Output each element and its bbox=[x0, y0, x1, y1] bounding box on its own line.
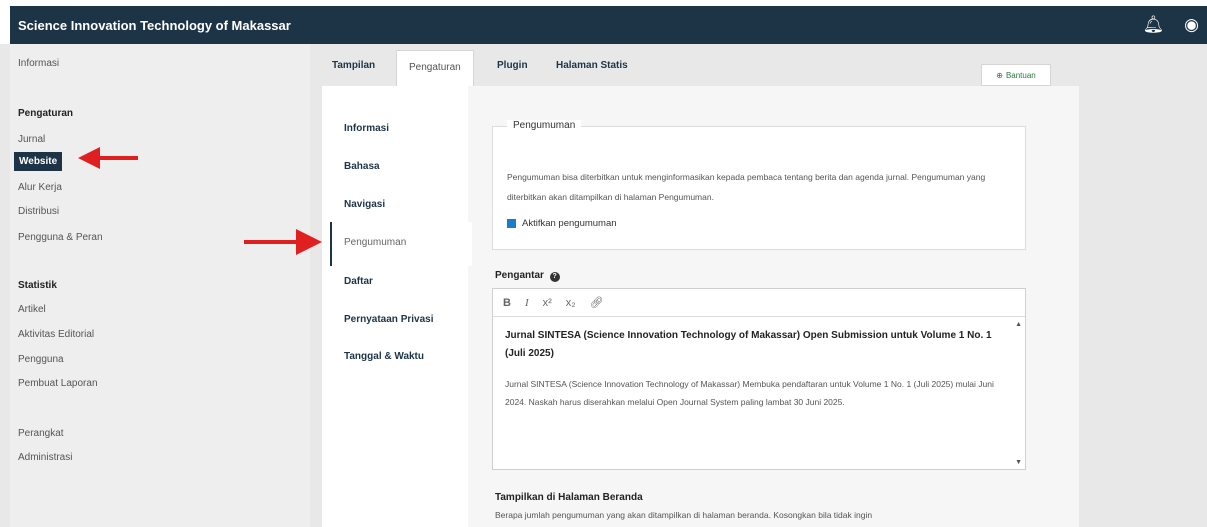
subnav-navigasi[interactable]: Navigasi bbox=[344, 199, 385, 210]
enable-announcements-checkbox[interactable]: Aktifkan pengumuman bbox=[507, 218, 617, 229]
italic-button[interactable]: I bbox=[525, 297, 529, 309]
sidebar-item-website[interactable]: Website bbox=[14, 152, 63, 171]
subnav-informasi[interactable]: Informasi bbox=[344, 123, 389, 134]
annotation-arrow-pengumuman bbox=[244, 229, 322, 255]
sidebar: Informasi Pengaturan Jurnal Website Alur… bbox=[10, 44, 310, 527]
fieldset-legend: Pengumuman bbox=[507, 120, 582, 131]
tab-plugin[interactable]: Plugin bbox=[497, 60, 528, 71]
sidebar-item-artikel[interactable]: Artikel bbox=[18, 304, 46, 315]
tab-pengaturan[interactable]: Pengaturan bbox=[396, 50, 474, 86]
user-circle-icon[interactable]: ◉ bbox=[1184, 15, 1199, 35]
sidebar-item-pembuat-laporan[interactable]: Pembuat Laporan bbox=[18, 378, 98, 389]
tab-halaman-statis[interactable]: Halaman Statis bbox=[556, 60, 628, 71]
editor-toolbar: B I x² x₂ 🔗︎ bbox=[493, 289, 1025, 317]
intro-label-text: Pengantar bbox=[495, 270, 544, 281]
subnav-pernyataan-privasi[interactable]: Pernyataan Privasi bbox=[344, 314, 434, 325]
sidebar-item-pengguna[interactable]: Pengguna bbox=[18, 354, 64, 365]
homepage-field-description: Berapa jumlah pengumuman yang akan ditam… bbox=[495, 510, 873, 520]
sidebar-item-alur-kerja[interactable]: Alur Kerja bbox=[18, 182, 62, 193]
sidebar-item-jurnal[interactable]: Jurnal bbox=[18, 134, 45, 145]
sidebar-item-perangkat[interactable]: Perangkat bbox=[18, 428, 64, 439]
settings-panel: Informasi Bahasa Navigasi Pengumuman Daf… bbox=[322, 86, 1079, 527]
announcement-fieldset: Pengumuman Pengumuman bisa diterbitkan u… bbox=[492, 120, 1026, 250]
sidebar-item-pengguna-peran[interactable]: Pengguna & Peran bbox=[18, 232, 103, 243]
annotation-arrow-website bbox=[78, 147, 138, 169]
intro-field-label: Pengantar ? bbox=[495, 270, 560, 282]
subnav-bahasa[interactable]: Bahasa bbox=[344, 161, 380, 172]
homepage-field-label: Tampilkan di Halaman Beranda bbox=[495, 492, 643, 503]
editor-paragraph: Jurnal SINTESA (Science Innovation Techn… bbox=[505, 379, 994, 407]
subnav-tanggal-waktu[interactable]: Tanggal & Waktu bbox=[344, 351, 424, 362]
editor-content[interactable]: Jurnal SINTESA (Science Innovation Techn… bbox=[505, 327, 1005, 411]
subnav-daftar[interactable]: Daftar bbox=[344, 276, 373, 287]
site-title[interactable]: Science Innovation Technology of Makassa… bbox=[18, 18, 291, 33]
announcement-description: Pengumuman bisa diterbitkan untuk mengin… bbox=[507, 172, 986, 202]
editor-heading: Jurnal SINTESA (Science Innovation Techn… bbox=[505, 330, 992, 359]
help-button-label: Bantuan bbox=[1005, 70, 1036, 80]
website-subnav: Informasi Bahasa Navigasi Pengumuman Daf… bbox=[322, 86, 472, 527]
superscript-button[interactable]: x² bbox=[543, 297, 552, 309]
sidebar-item-administrasi[interactable]: Administrasi bbox=[18, 452, 72, 463]
bold-button[interactable]: B bbox=[503, 297, 511, 309]
checkbox-label: Aktifkan pengumuman bbox=[522, 218, 617, 229]
link-icon[interactable]: 🔗︎ bbox=[590, 296, 604, 309]
scroll-down-icon[interactable]: ▼ bbox=[1015, 459, 1022, 466]
header: Science Innovation Technology of Makassa… bbox=[10, 6, 1207, 44]
bell-icon[interactable]: 🔔︎ bbox=[1143, 15, 1165, 35]
intro-rich-text-editor[interactable]: B I x² x₂ 🔗︎ Jurnal SINTESA (Science Inn… bbox=[492, 288, 1026, 470]
sidebar-item-distribusi[interactable]: Distribusi bbox=[18, 206, 59, 217]
tab-tampilan[interactable]: Tampilan bbox=[332, 60, 375, 71]
scroll-up-icon[interactable]: ▲ bbox=[1015, 321, 1022, 328]
help-circle-icon[interactable]: ? bbox=[549, 272, 560, 282]
help-icon: ⊕ bbox=[996, 70, 1003, 80]
sidebar-item-informasi[interactable]: Informasi bbox=[18, 58, 59, 69]
sidebar-section-pengaturan: Pengaturan bbox=[18, 108, 74, 119]
settings-tabs: Tampilan Pengaturan Plugin Halaman Stati… bbox=[322, 50, 1057, 86]
sidebar-item-aktivitas-editorial[interactable]: Aktivitas Editorial bbox=[18, 329, 94, 340]
subnav-pengumuman[interactable]: Pengumuman bbox=[330, 222, 472, 266]
subscript-button[interactable]: x₂ bbox=[566, 297, 576, 309]
sidebar-section-statistik: Statistik bbox=[18, 280, 57, 291]
checkbox-checked-icon[interactable] bbox=[507, 219, 516, 228]
help-button[interactable]: ⊕ Bantuan bbox=[981, 64, 1051, 86]
top-bar: Science Innovation Technology of Makassa… bbox=[0, 0, 1207, 44]
